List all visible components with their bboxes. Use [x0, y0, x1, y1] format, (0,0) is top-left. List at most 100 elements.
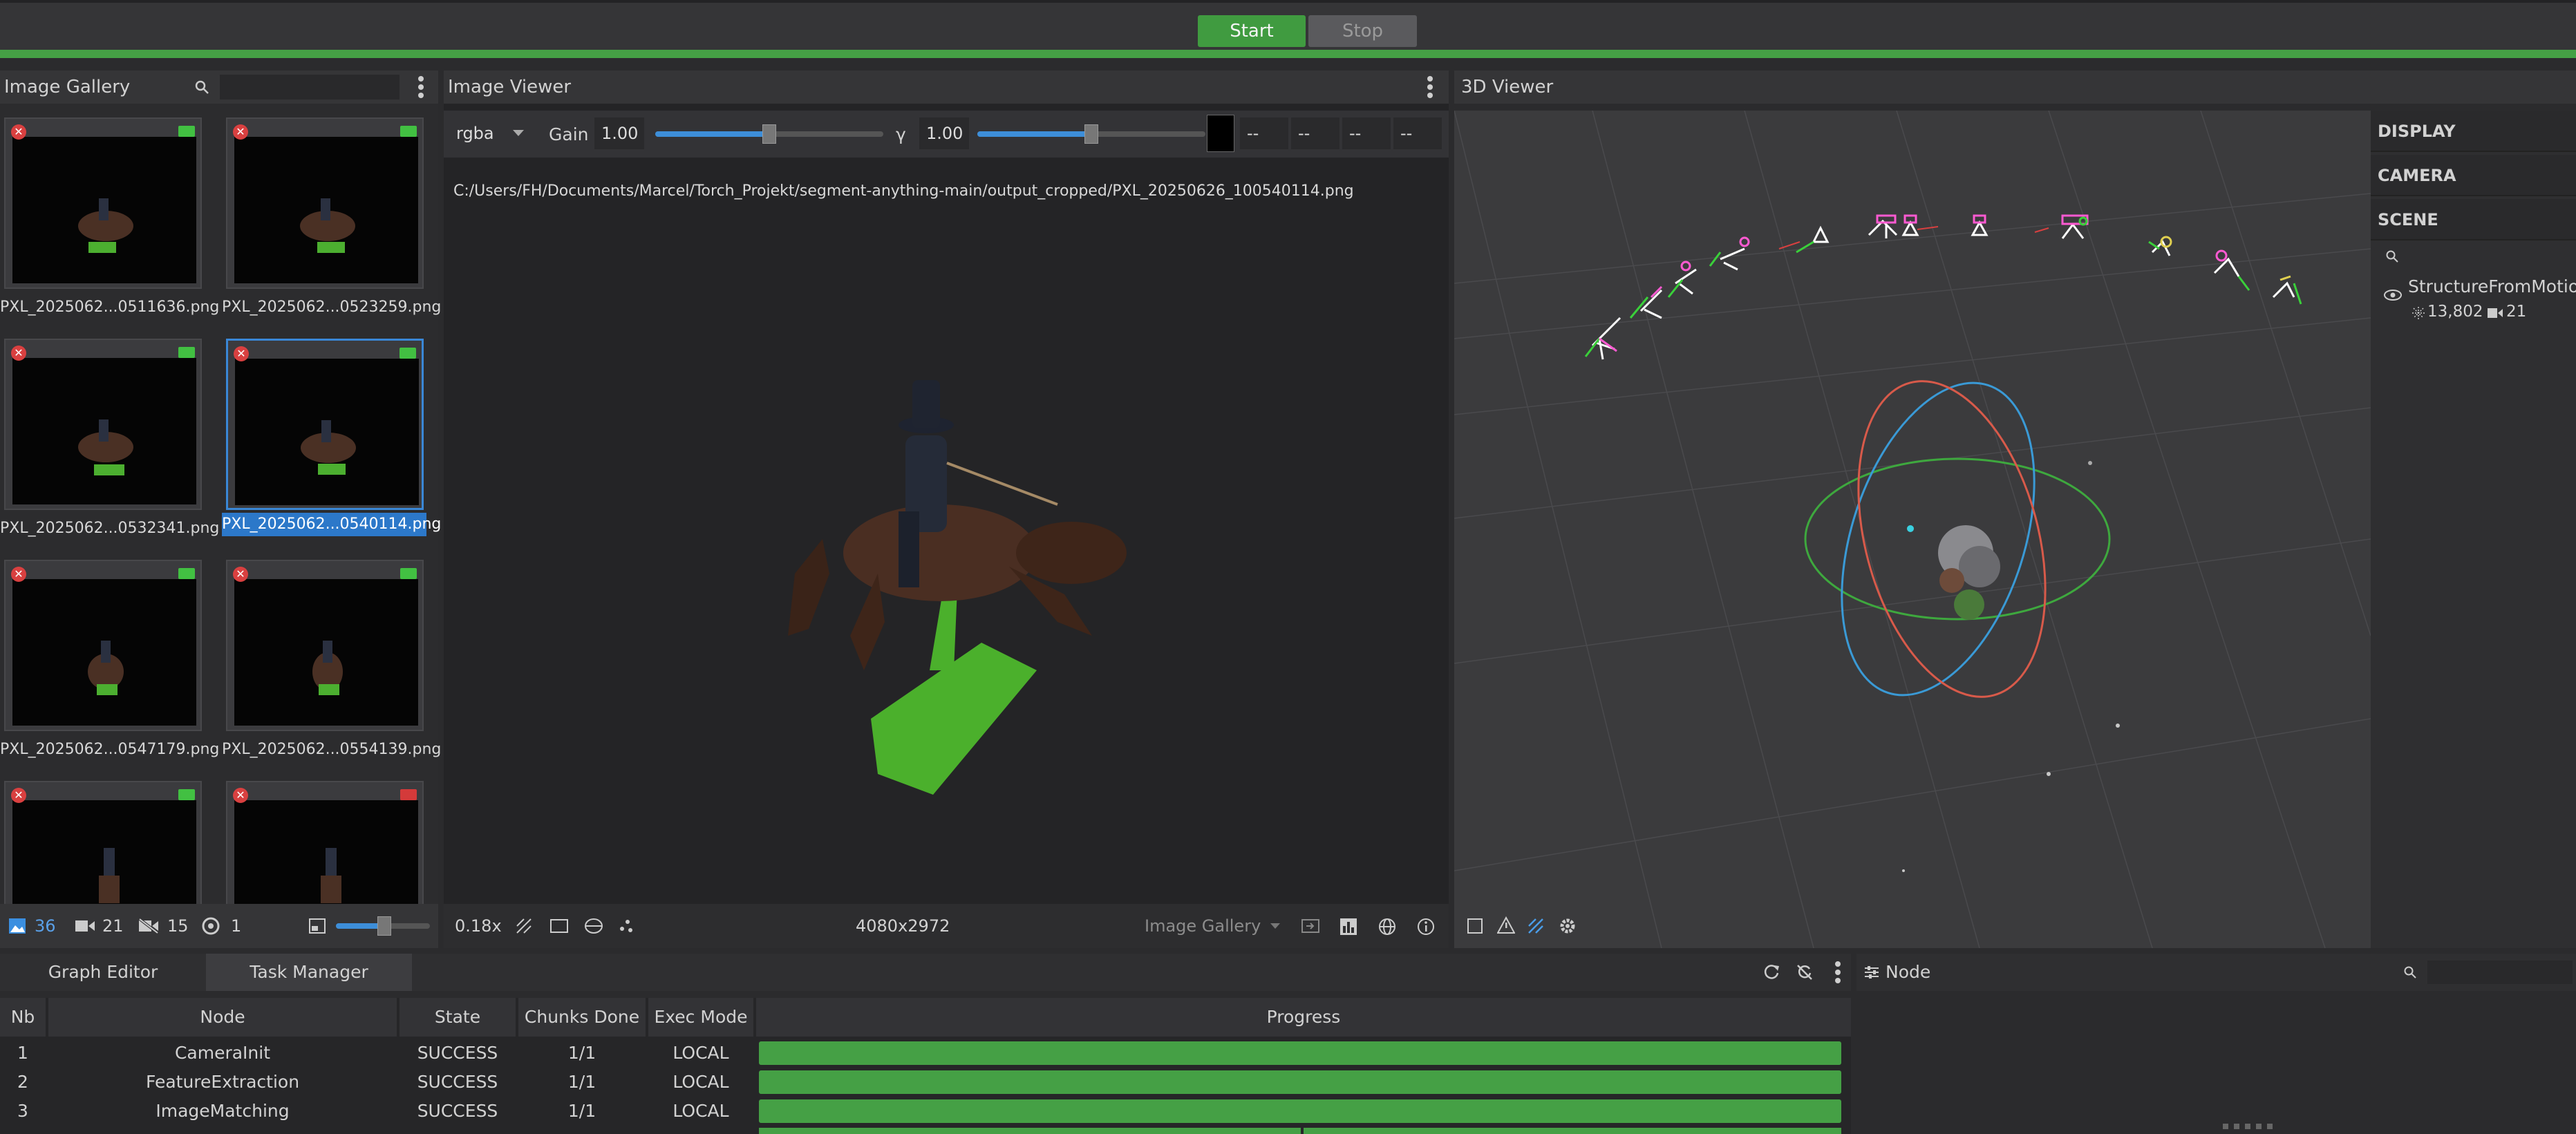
viewer3d-canvas[interactable]	[1454, 110, 2371, 949]
resize-handle[interactable]	[2223, 1124, 2278, 1129]
pixel-g-field: --	[1291, 117, 1339, 149]
row-node: FeatureExtraction	[145, 1072, 300, 1092]
camera-icon[interactable]	[75, 919, 95, 933]
thumbnail-size-slider[interactable]	[336, 916, 430, 936]
refresh-icon[interactable]	[1762, 963, 1780, 981]
column-header-node[interactable]: Node	[48, 998, 397, 1037]
eye-icon[interactable]	[2383, 289, 2403, 301]
row-state: SUCCESS	[417, 1072, 498, 1092]
row-chunks: 1/1	[567, 1072, 596, 1092]
image-viewer-title: Image Viewer	[448, 77, 572, 97]
gamma-slider[interactable]	[977, 124, 1205, 144]
column-header-chunks[interactable]: Chunks Done	[518, 998, 646, 1037]
gallery-thumbnail-selected[interactable]: ✕ PXL_2025062...0540114.png	[222, 339, 441, 547]
table-row[interactable]: 3 ImageMatching SUCCESS 1/1 LOCAL	[0, 1097, 1851, 1125]
aperture-icon[interactable]	[202, 917, 220, 935]
settings-gear-icon[interactable]	[1558, 916, 1577, 936]
column-header-nb[interactable]: Nb	[0, 998, 46, 1037]
gain-input[interactable]: 1.00	[594, 117, 644, 149]
tab-task-manager[interactable]: Task Manager	[206, 954, 412, 991]
thumbnail-figure	[78, 198, 133, 253]
error-icon: ✕	[11, 346, 26, 361]
image-viewer-menu-icon[interactable]	[1427, 84, 1433, 90]
gallery-thumbnail[interactable]: ✕	[222, 781, 426, 904]
scene-search-input[interactable]	[2405, 245, 2568, 268]
column-header-state[interactable]: State	[399, 998, 516, 1037]
gallery-thumbnail[interactable]: ✕ PXL_2025062...0511636.png	[0, 117, 219, 326]
info-icon[interactable]	[1417, 918, 1435, 936]
gamma-input[interactable]: 1.00	[919, 117, 969, 149]
image-resolution: 4080x2972	[856, 916, 950, 936]
cameras-count: 21	[102, 916, 124, 936]
scene-section[interactable]: SCENE	[2371, 199, 2576, 240]
gain-slider[interactable]	[655, 124, 883, 144]
search-icon[interactable]	[2403, 965, 2418, 980]
image-path: C:/Users/FH/Documents/Marcel/Torch_Proje…	[453, 182, 1354, 200]
thumbnail-label: PXL_2025062...0547179.png	[0, 741, 220, 758]
camera-icon	[178, 347, 195, 358]
camera-section[interactable]: CAMERA	[2371, 155, 2576, 196]
bounding-box-icon[interactable]	[1467, 918, 1483, 934]
task-table: Nb Node State Chunks Done Exec Mode Prog…	[0, 998, 1851, 1134]
row-progress-bar-partial	[1304, 1128, 1841, 1134]
error-icon: ✕	[11, 567, 26, 582]
camera-icon	[178, 126, 195, 137]
gallery-thumbnail[interactable]: ✕ PXL_2025062...0547179.png	[0, 560, 220, 768]
table-row[interactable]: 1 CameraInit SUCCESS 1/1 LOCAL	[0, 1039, 1851, 1067]
gallery-thumbnail[interactable]: ✕ PXL_2025062...0554139.png	[222, 560, 442, 768]
gallery-thumbnail[interactable]: ✕ PXL_2025062...0523259.png	[222, 117, 441, 326]
grid-icon[interactable]	[1527, 918, 1544, 934]
row-progress-bar	[759, 1099, 1841, 1123]
thumbnail-size-icon[interactable]	[308, 918, 326, 934]
thumbnail-label: PXL_2025062...0554139.png	[222, 741, 442, 758]
tab-graph-editor[interactable]: Graph Editor	[0, 954, 206, 991]
search-icon[interactable]	[2385, 249, 2400, 264]
warning-icon[interactable]	[1497, 916, 1515, 934]
task-menu-icon[interactable]	[1835, 970, 1841, 975]
row-exec-mode: LOCAL	[673, 1101, 729, 1121]
stop-button[interactable]: Stop	[1308, 15, 1417, 47]
import-icon[interactable]	[1301, 918, 1320, 934]
scene-item-name[interactable]: StructureFromMotion	[2408, 276, 2576, 296]
camera-icon	[399, 348, 416, 359]
main-image-figure	[788, 380, 1127, 795]
thumbnail-label: PXL_2025062...0540114.png	[222, 513, 441, 536]
source-select[interactable]: Image Gallery	[1145, 904, 1261, 948]
gallery-search-input[interactable]	[220, 75, 399, 100]
thumbnail-figure	[78, 419, 133, 475]
images-icon[interactable]	[8, 918, 26, 934]
hatch-icon[interactable]	[516, 918, 532, 934]
lens-distortion-icon[interactable]	[583, 916, 604, 936]
points-count: 13,802	[2427, 303, 2483, 321]
thumbnail-figure	[300, 198, 355, 253]
pixel-b-field: --	[1342, 117, 1391, 149]
thumbnail-figure	[321, 848, 341, 903]
gallery-menu-icon[interactable]	[418, 84, 424, 90]
gamma-label: γ	[896, 124, 906, 144]
column-header-exec-mode[interactable]: Exec Mode	[648, 998, 753, 1037]
histogram-icon[interactable]	[1339, 918, 1357, 936]
gallery-grid: ✕ PXL_2025062...0511636.png ✕ PXL_202506…	[0, 104, 442, 904]
table-row[interactable]: 2 FeatureExtraction SUCCESS 1/1 LOCAL	[0, 1068, 1851, 1096]
error-icon: ✕	[234, 346, 249, 361]
frame-icon[interactable]	[549, 918, 570, 934]
gallery-thumbnail[interactable]: ✕ PXL_2025062...0532341.png	[0, 339, 219, 547]
camera-off-icon[interactable]	[138, 918, 159, 934]
row-node: ImageMatching	[156, 1101, 290, 1121]
display-section[interactable]: DISPLAY	[2371, 111, 2576, 152]
camera-icon	[178, 568, 195, 579]
column-header-progress[interactable]: Progress	[756, 998, 1851, 1037]
row-state: SUCCESS	[417, 1043, 498, 1063]
thumbnail-figure	[312, 641, 343, 695]
start-button[interactable]: Start	[1198, 15, 1306, 47]
viewer3d-side-panel: DISPLAY CAMERA SCENE StructureFromMotion…	[2371, 111, 2576, 948]
node-search-input[interactable]	[2427, 961, 2573, 984]
features-icon[interactable]	[618, 918, 634, 934]
auto-refresh-off-icon[interactable]	[1796, 963, 1814, 981]
search-icon[interactable]	[194, 79, 210, 95]
thumbnail-figure	[99, 848, 120, 903]
node-panel: Node	[1856, 954, 2576, 1134]
camera-icon	[400, 126, 417, 137]
globe-icon[interactable]	[1378, 918, 1396, 936]
gallery-thumbnail[interactable]: ✕	[0, 781, 205, 904]
